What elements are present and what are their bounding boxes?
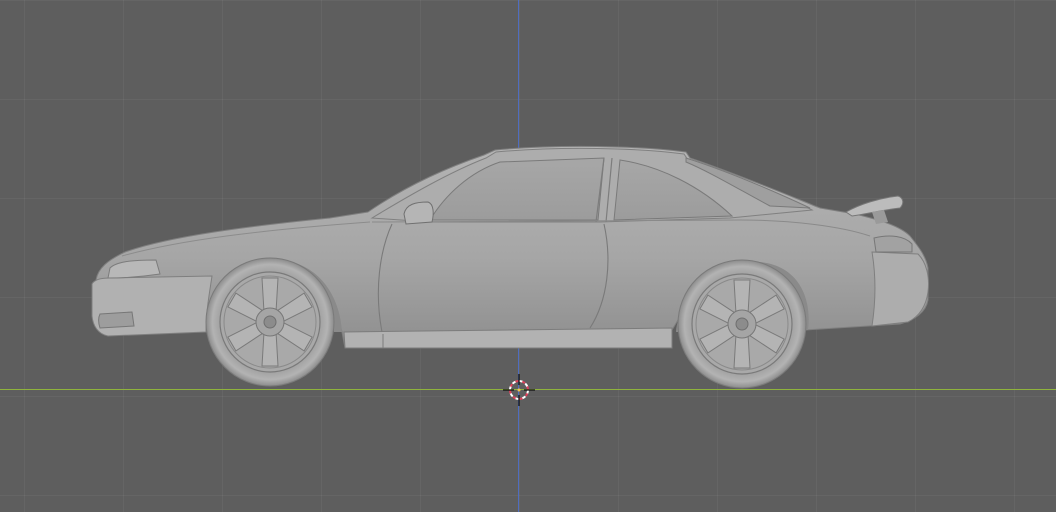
3d-cursor-icon[interactable] <box>503 374 535 406</box>
rear-wheel <box>677 259 807 389</box>
scene-canvas <box>91 145 929 406</box>
fog-light <box>98 311 135 329</box>
side-skirt <box>343 327 673 349</box>
car-model[interactable] <box>91 145 929 389</box>
3d-viewport[interactable] <box>0 0 1056 512</box>
front-wheel <box>205 257 335 387</box>
